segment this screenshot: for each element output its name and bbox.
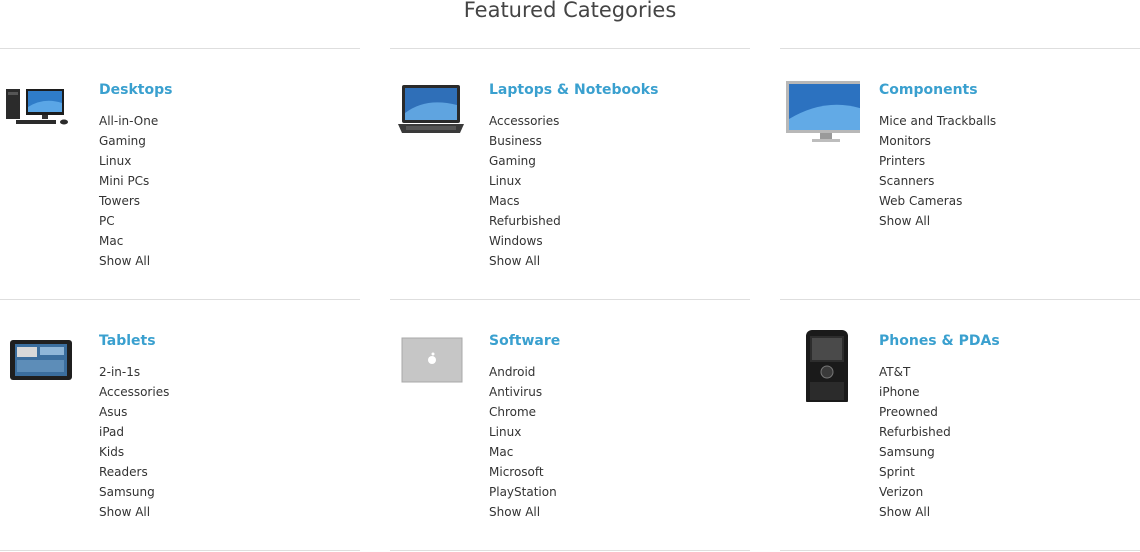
divider [390, 550, 750, 551]
subcategory-link[interactable]: Linux [99, 154, 131, 168]
monitor-image[interactable] [780, 79, 860, 151]
section-title: Featured Categories [463, 0, 677, 22]
subcategory-link[interactable]: Windows [489, 234, 543, 248]
subcategory-link[interactable]: PC [99, 214, 115, 228]
category-card-software: Software Android Antivirus Chrome Linux … [390, 299, 750, 550]
show-all-link[interactable]: Show All [489, 502, 557, 522]
subcategory-link[interactable]: Kids [99, 445, 124, 459]
subcategory-link[interactable]: Refurbished [489, 214, 561, 228]
show-all-link[interactable]: Show All [99, 251, 158, 271]
subcategory-link[interactable]: Accessories [489, 114, 559, 128]
category-title-desktops[interactable]: Desktops [99, 80, 172, 100]
subcategory-link[interactable]: Preowned [879, 405, 938, 419]
subcategory-link[interactable]: Android [489, 365, 535, 379]
subcategory-link[interactable]: Gaming [489, 154, 536, 168]
show-all-link[interactable]: Show All [879, 502, 951, 522]
smartphone-image[interactable] [786, 330, 854, 402]
tablet-image[interactable] [6, 330, 74, 402]
subcategory-link[interactable]: iPad [99, 425, 124, 439]
software-box-image[interactable] [396, 330, 464, 402]
subcategory-link[interactable]: Towers [99, 194, 140, 208]
desktop-computer-image[interactable] [6, 79, 74, 151]
subcategory-link[interactable]: Microsoft [489, 465, 544, 479]
show-all-link[interactable]: Show All [879, 211, 996, 231]
subcategory-list: 2-in-1s Accessories Asus iPad Kids Reade… [99, 362, 169, 522]
subcategory-link[interactable]: Mac [99, 234, 123, 248]
subcategory-list: Android Antivirus Chrome Linux Mac Micro… [489, 362, 557, 522]
subcategory-link[interactable]: PlayStation [489, 485, 557, 499]
subcategory-list: Accessories Business Gaming Linux Macs R… [489, 111, 561, 271]
show-all-link[interactable]: Show All [489, 251, 561, 271]
category-card-components: Components Mice and Trackballs Monitors … [780, 48, 1140, 299]
category-card-phones: Phones & PDAs AT&T iPhone Preowned Refur… [780, 299, 1140, 550]
category-title-software[interactable]: Software [489, 331, 560, 351]
subcategory-link[interactable]: Linux [489, 174, 521, 188]
category-title-laptops[interactable]: Laptops & Notebooks [489, 80, 658, 100]
divider [780, 550, 1140, 551]
subcategory-link[interactable]: Verizon [879, 485, 923, 499]
subcategory-link[interactable]: Refurbished [879, 425, 951, 439]
subcategory-link[interactable]: Chrome [489, 405, 536, 419]
subcategory-link[interactable]: Samsung [879, 445, 935, 459]
subcategory-link[interactable]: Asus [99, 405, 127, 419]
subcategory-link[interactable]: Scanners [879, 174, 934, 188]
subcategory-link[interactable]: Readers [99, 465, 148, 479]
subcategory-link[interactable]: Business [489, 134, 542, 148]
subcategory-link[interactable]: Mini PCs [99, 174, 149, 188]
subcategory-link[interactable]: Web Cameras [879, 194, 962, 208]
subcategory-link[interactable]: Mac [489, 445, 513, 459]
subcategory-link[interactable]: Gaming [99, 134, 146, 148]
subcategory-link[interactable]: Samsung [99, 485, 155, 499]
subcategory-link[interactable]: 2-in-1s [99, 365, 140, 379]
category-title-tablets[interactable]: Tablets [99, 331, 156, 351]
subcategory-link[interactable]: Macs [489, 194, 520, 208]
subcategory-link[interactable]: Printers [879, 154, 925, 168]
category-card-laptops: Laptops & Notebooks Accessories Business… [390, 48, 750, 299]
subcategory-link[interactable]: Monitors [879, 134, 931, 148]
subcategory-link[interactable]: Sprint [879, 465, 915, 479]
divider [0, 550, 360, 551]
category-card-desktops: Desktops All-in-One Gaming Linux Mini PC… [0, 48, 360, 299]
subcategory-link[interactable]: AT&T [879, 365, 910, 379]
category-title-components[interactable]: Components [879, 80, 978, 100]
subcategory-link[interactable]: Antivirus [489, 385, 542, 399]
laptop-image[interactable] [396, 79, 464, 151]
category-title-phones[interactable]: Phones & PDAs [879, 331, 1000, 351]
subcategory-list: AT&T iPhone Preowned Refurbished Samsung… [879, 362, 951, 522]
subcategory-link[interactable]: iPhone [879, 385, 920, 399]
category-card-tablets: Tablets 2-in-1s Accessories Asus iPad Ki… [0, 299, 360, 550]
subcategory-link[interactable]: All-in-One [99, 114, 158, 128]
subcategory-link[interactable]: Accessories [99, 385, 169, 399]
featured-categories-grid: Desktops All-in-One Gaming Linux Mini PC… [0, 48, 1140, 550]
subcategory-list: Mice and Trackballs Monitors Printers Sc… [879, 111, 996, 231]
subcategory-link[interactable]: Linux [489, 425, 521, 439]
show-all-link[interactable]: Show All [99, 502, 169, 522]
subcategory-list: All-in-One Gaming Linux Mini PCs Towers … [99, 111, 158, 271]
subcategory-link[interactable]: Mice and Trackballs [879, 114, 996, 128]
